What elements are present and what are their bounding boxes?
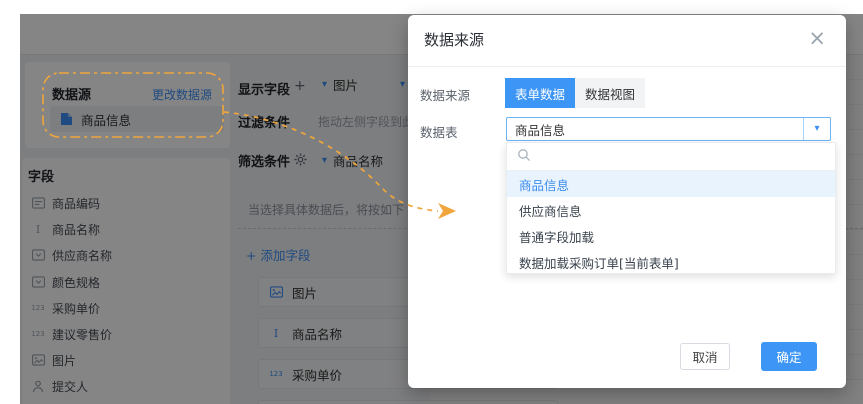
- confirm-button[interactable]: 确定: [761, 342, 817, 371]
- cancel-button[interactable]: 取消: [680, 343, 730, 370]
- tab-data-view[interactable]: 数据视图: [575, 78, 645, 108]
- data-source-dialog: 数据来源 × 数据来源 表单数据 数据视图 数据表 商品信息 ▾ 商品信息 供应…: [408, 15, 846, 388]
- close-icon[interactable]: ×: [808, 28, 826, 49]
- option-item[interactable]: 数据加载采购订单[当前表单]: [507, 249, 835, 274]
- option-item[interactable]: 普通字段加载: [507, 223, 835, 249]
- data-table-label: 数据表: [420, 122, 458, 141]
- option-item[interactable]: 商品信息: [507, 171, 835, 197]
- select-caret-cell[interactable]: ▾: [803, 118, 830, 140]
- tab-form-data[interactable]: 表单数据: [505, 78, 575, 108]
- dialog-title: 数据来源: [424, 15, 484, 66]
- select-value: 商品信息: [515, 120, 803, 139]
- page: 数据源 更改数据源 商品信息 字段 商品编码 I 商品名称 供应商名称 颜色规格…: [0, 0, 863, 404]
- search-icon: [517, 147, 531, 166]
- option-search-input[interactable]: [507, 143, 835, 171]
- data-table-select[interactable]: 商品信息 ▾: [506, 117, 831, 141]
- select-dropdown-panel: 商品信息 供应商信息 普通字段加载 数据加载采购订单[当前表单]: [506, 142, 836, 274]
- option-item[interactable]: 供应商信息: [507, 197, 835, 223]
- chevron-down-icon: ▾: [814, 124, 819, 134]
- source-type-label: 数据来源: [420, 85, 470, 104]
